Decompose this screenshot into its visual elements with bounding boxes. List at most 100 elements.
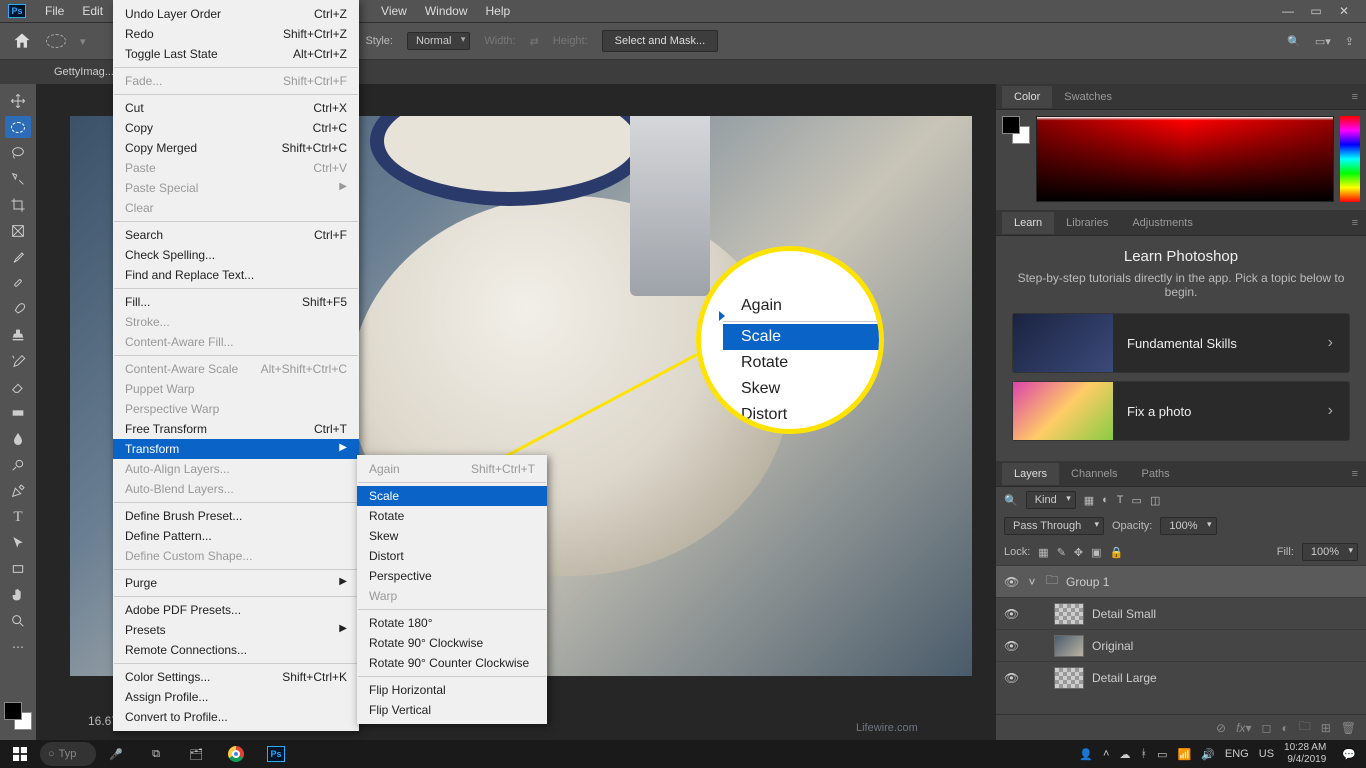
eraser-tool-icon[interactable] (5, 376, 31, 398)
tray-wifi-icon[interactable]: 📶 (1178, 748, 1192, 761)
menu-item[interactable]: Undo Layer OrderCtrl+Z (113, 4, 359, 24)
share-icon[interactable]: ⇪ (1345, 35, 1354, 48)
submenu-item[interactable]: Perspective (357, 566, 547, 586)
menu-item[interactable]: Assign Profile... (113, 687, 359, 707)
visibility-icon[interactable]: 👁 (1004, 607, 1018, 621)
fgbg-swatch[interactable] (1002, 116, 1030, 144)
mask-icon[interactable]: ◻ (1261, 721, 1271, 735)
explorer-icon[interactable]: 🗂 (176, 740, 216, 768)
menu-item[interactable]: Convert to Profile... (113, 707, 359, 727)
menu-view[interactable]: View (372, 1, 416, 21)
menu-item[interactable]: CopyCtrl+C (113, 118, 359, 138)
color-swatch[interactable] (4, 702, 32, 730)
visibility-icon[interactable]: 👁 (1004, 671, 1018, 685)
menu-item[interactable]: CutCtrl+X (113, 98, 359, 118)
lock-all-icon[interactable]: 🔒 (1110, 546, 1124, 559)
fx-icon[interactable]: fx▾ (1236, 721, 1251, 735)
lock-artboard-icon[interactable]: ▣ (1091, 546, 1101, 559)
tray-bluetooth-icon[interactable]: ᚼ (1140, 748, 1147, 760)
menu-item[interactable]: Presets▶ (113, 620, 359, 640)
stamp-tool-icon[interactable] (5, 324, 31, 346)
submenu-item[interactable]: Rotate 180° (357, 613, 547, 633)
cortana-search[interactable]: ○ Typ (40, 742, 96, 766)
menu-item[interactable]: Fill...Shift+F5 (113, 292, 359, 312)
path-select-tool-icon[interactable] (5, 532, 31, 554)
select-mask-button[interactable]: Select and Mask... (602, 30, 719, 52)
menu-item[interactable]: Find and Replace Text... (113, 265, 359, 285)
dodge-tool-icon[interactable] (5, 454, 31, 476)
tray-kb[interactable]: US (1259, 748, 1274, 760)
submenu-item[interactable]: Rotate 90° Counter Clockwise (357, 653, 547, 673)
blur-tool-icon[interactable] (5, 428, 31, 450)
tab-swatches[interactable]: Swatches (1052, 86, 1124, 108)
panel-menu-icon[interactable]: ≡ (1344, 91, 1366, 103)
panel-menu-icon[interactable]: ≡ (1344, 468, 1366, 480)
ellipsis-icon[interactable]: ⋯ (5, 636, 31, 658)
brush-tool-icon[interactable] (5, 298, 31, 320)
menu-item[interactable]: Color Settings...Shift+Ctrl+K (113, 667, 359, 687)
link-icon[interactable]: ⊘ (1216, 721, 1226, 735)
quick-select-tool-icon[interactable] (5, 168, 31, 190)
menu-item[interactable]: Define Pattern... (113, 526, 359, 546)
filter-shape-icon[interactable]: ▭ (1132, 494, 1142, 507)
menu-item[interactable]: RedoShift+Ctrl+Z (113, 24, 359, 44)
style-dropdown[interactable]: Normal (407, 32, 470, 50)
submenu-item[interactable]: Distort (357, 546, 547, 566)
start-button[interactable] (0, 740, 40, 768)
group-icon[interactable]: 🗀 (1299, 717, 1311, 738)
learn-card-fundamentals[interactable]: Fundamental Skills› (1012, 313, 1350, 373)
gradient-tool-icon[interactable] (5, 402, 31, 424)
tray-lang[interactable]: ENG (1225, 748, 1249, 760)
marquee-tool-icon[interactable] (5, 116, 31, 138)
opacity-field[interactable]: 100% (1160, 517, 1216, 535)
zoom-tool-icon[interactable] (5, 610, 31, 632)
menu-item[interactable]: Free TransformCtrl+T (113, 419, 359, 439)
photoshop-taskbar-icon[interactable]: Ps (256, 740, 296, 768)
menu-item[interactable]: Define Brush Preset... (113, 506, 359, 526)
filter-adjust-icon[interactable]: ◐ (1102, 494, 1109, 506)
lock-paint-icon[interactable]: ✎ (1057, 546, 1066, 559)
crop-tool-icon[interactable] (5, 194, 31, 216)
adjustment-icon[interactable]: ◐ (1281, 721, 1288, 735)
tab-libraries[interactable]: Libraries (1054, 212, 1120, 234)
heal-tool-icon[interactable] (5, 272, 31, 294)
maximize-icon[interactable]: ▭ (1302, 0, 1330, 22)
hand-tool-icon[interactable] (5, 584, 31, 606)
menu-window[interactable]: Window (416, 1, 477, 21)
tray-up-icon[interactable]: ˄ (1103, 748, 1109, 760)
tab-color[interactable]: Color (1002, 86, 1052, 108)
hue-slider[interactable] (1340, 116, 1360, 202)
history-brush-tool-icon[interactable] (5, 350, 31, 372)
minimize-icon[interactable]: — (1274, 0, 1302, 22)
mic-icon[interactable]: 🎤 (96, 740, 136, 768)
submenu-item[interactable]: Rotate (357, 506, 547, 526)
tab-layers[interactable]: Layers (1002, 463, 1059, 485)
frame-tool-icon[interactable] (5, 220, 31, 242)
layer-row[interactable]: 👁Detail Small (996, 597, 1366, 629)
submenu-item[interactable]: Scale (357, 486, 547, 506)
submenu-item[interactable]: Flip Vertical (357, 700, 547, 720)
menu-item[interactable]: Copy MergedShift+Ctrl+C (113, 138, 359, 158)
lasso-tool-icon[interactable] (5, 142, 31, 164)
pen-tool-icon[interactable] (5, 480, 31, 502)
home-icon[interactable] (12, 31, 32, 51)
menu-edit[interactable]: Edit (73, 1, 112, 21)
tab-paths[interactable]: Paths (1130, 463, 1182, 485)
menu-item[interactable]: Transform▶ (113, 439, 359, 459)
menu-item[interactable]: Toggle Last StateAlt+Ctrl+Z (113, 44, 359, 64)
learn-card-fix-photo[interactable]: Fix a photo› (1012, 381, 1350, 441)
tab-learn[interactable]: Learn (1002, 212, 1054, 234)
tray-battery-icon[interactable]: ▭ (1157, 748, 1167, 761)
filter-smart-icon[interactable]: ◫ (1150, 494, 1160, 507)
layer-row[interactable]: 👁˅🗀Group 1 (996, 565, 1366, 597)
eyedropper-tool-icon[interactable] (5, 246, 31, 268)
menu-item[interactable]: Adobe PDF Presets... (113, 600, 359, 620)
notifications-icon[interactable]: 💬 (1342, 748, 1356, 761)
chrome-icon[interactable] (216, 740, 256, 768)
tab-adjustments[interactable]: Adjustments (1120, 212, 1205, 234)
search-icon[interactable]: 🔍 (1287, 35, 1301, 48)
tray-clock[interactable]: 10:28 AM9/4/2019 (1284, 742, 1332, 766)
menu-item[interactable]: SearchCtrl+F (113, 225, 359, 245)
tab-channels[interactable]: Channels (1059, 463, 1129, 485)
type-tool-icon[interactable]: T (5, 506, 31, 528)
